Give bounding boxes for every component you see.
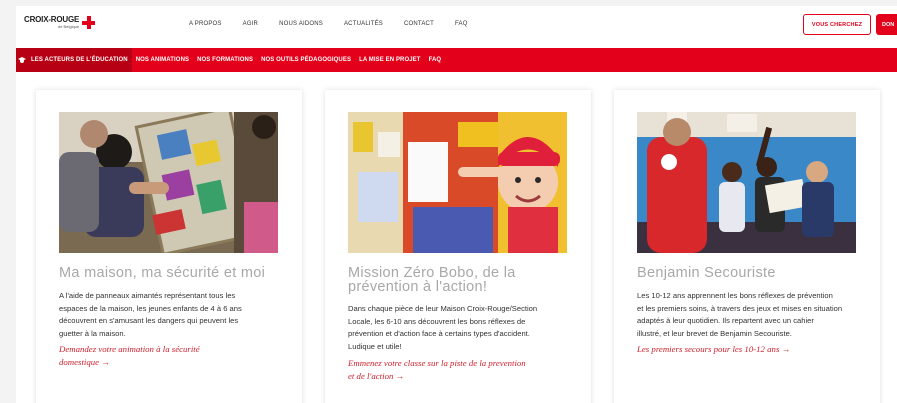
card-photo	[637, 112, 856, 253]
red-cross-icon	[82, 16, 96, 29]
card-ma-maison: Ma maison, ma sécurité et moi A l'aide d…	[36, 90, 302, 403]
logo-name: CROIX-ROUGE	[24, 15, 80, 24]
card-description: Les 10-12 ans apprennent les bons réflex…	[637, 291, 843, 338]
card-description: Dans chaque pièce de leur Maison Croix-R…	[348, 304, 538, 351]
search-button[interactable]: VOUS CHERCHEZ	[803, 14, 871, 35]
logo-text: CROIX-ROUGE de Belgique	[24, 15, 80, 30]
nav-faq[interactable]: FAQ	[455, 21, 468, 27]
card-link[interactable]: Les premiers secours pour les 10-12 ans …	[637, 343, 857, 356]
donate-button[interactable]: DON	[876, 14, 897, 35]
subnav-acteurs-education[interactable]: LES ACTEURS DE L'ÉDUCATION	[16, 48, 132, 72]
card-link[interactable]: Emmenez votre classe sur la piste de la …	[348, 357, 568, 383]
nav-actualites[interactable]: ACTUALITÉS	[344, 21, 383, 27]
header: CROIX-ROUGE de Belgique A PROPOS AGIR NO…	[16, 6, 897, 48]
card-photo	[59, 112, 278, 253]
subnav-formations[interactable]: NOS FORMATIONS	[193, 48, 257, 72]
graduation-cap-icon	[18, 57, 26, 63]
subnav-label: LES ACTEURS DE L'ÉDUCATION	[31, 57, 128, 63]
main-nav: A PROPOS AGIR NOUS AIDONS ACTUALITÉS CON…	[189, 21, 489, 27]
subnav-mise-en-projet[interactable]: LA MISE EN PROJET	[355, 48, 425, 72]
subnav-faq[interactable]: FAQ	[425, 48, 446, 72]
card-link[interactable]: Demandez votre animation à la sécurité d…	[59, 343, 279, 369]
card-photo	[348, 112, 567, 253]
page: CROIX-ROUGE de Belgique A PROPOS AGIR NO…	[16, 6, 897, 403]
card-title: Mission Zéro Bobo, de la prévention à l'…	[348, 265, 516, 295]
card-description: A l'aide de panneaux aimantés représenta…	[59, 291, 242, 338]
education-subnav: LES ACTEURS DE L'ÉDUCATION NOS ANIMATION…	[16, 48, 897, 72]
nav-contact[interactable]: CONTACT	[404, 21, 434, 27]
nav-agir[interactable]: AGIR	[243, 21, 258, 27]
card-mission-zero-bobo: Mission Zéro Bobo, de la prévention à l'…	[325, 90, 591, 403]
nav-a-propos[interactable]: A PROPOS	[189, 21, 222, 27]
card-benjamin-secouriste: Benjamin Secouriste Les 10-12 ans appren…	[614, 90, 880, 403]
nav-nous-aidons[interactable]: NOUS AIDONS	[279, 21, 323, 27]
logo-sub: de Belgique	[58, 24, 80, 29]
card-title: Benjamin Secouriste	[637, 265, 776, 281]
logo[interactable]: CROIX-ROUGE de Belgique	[24, 15, 96, 30]
subnav-outils-pedagogiques[interactable]: NOS OUTILS PÉDAGOGIQUES	[257, 48, 355, 72]
subnav-animations[interactable]: NOS ANIMATIONS	[132, 48, 193, 72]
card-title: Ma maison, ma sécurité et moi	[59, 265, 266, 281]
